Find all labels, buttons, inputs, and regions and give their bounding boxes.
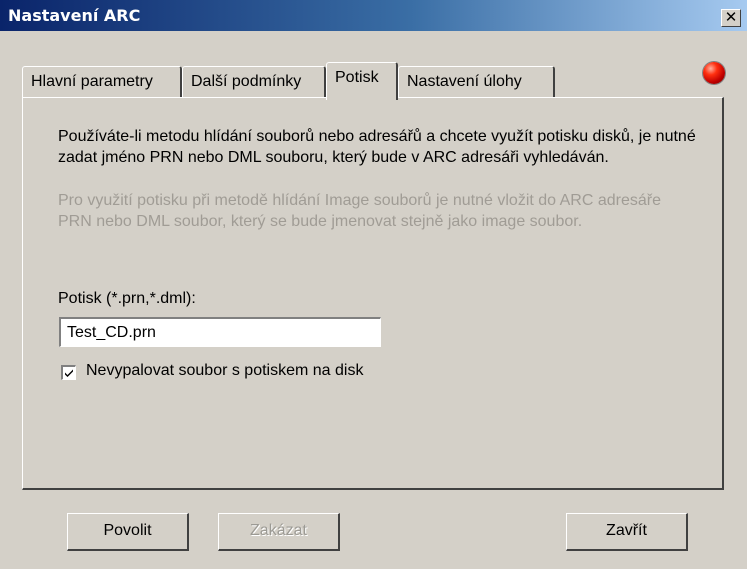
- imprint-file-input[interactable]: [59, 317, 381, 347]
- tab-label: Hlavní parametry: [31, 73, 153, 90]
- tab-main-parameters[interactable]: Hlavní parametry: [22, 66, 182, 98]
- no-burn-imprint-label[interactable]: Nevypalovat soubor s potiskem na disk: [86, 362, 363, 380]
- no-burn-imprint-checkbox[interactable]: [61, 365, 76, 380]
- tab-label: Potisk: [335, 69, 379, 86]
- tab-other-conditions[interactable]: Další podmínky: [182, 66, 326, 98]
- disable-button[interactable]: Zakázat: [218, 513, 340, 551]
- close-window-button[interactable]: ✕: [721, 9, 741, 27]
- title-bar[interactable]: Nastavení ARC ✕: [0, 0, 747, 31]
- tab-label: Nastavení úlohy: [407, 73, 522, 90]
- tab-label: Další podmínky: [191, 73, 302, 90]
- enable-button[interactable]: Povolit: [67, 513, 189, 551]
- red-status-led-icon: [703, 62, 725, 84]
- tab-panel-imprint: Používáte-li metodu hlídání souborů nebo…: [22, 97, 724, 490]
- tab-task-settings[interactable]: Nastavení úlohy: [398, 66, 555, 98]
- imprint-description: Používáte-li metodu hlídání souborů nebo…: [58, 128, 696, 166]
- window-title: Nastavení ARC: [8, 6, 141, 25]
- imprint-description-disabled: Pro využití potisku při metodě hlídání I…: [58, 192, 661, 230]
- imprint-field-label: Potisk (*.prn,*.dml):: [58, 290, 196, 307]
- close-icon: ✕: [724, 9, 738, 26]
- close-button[interactable]: Zavřít: [566, 513, 688, 551]
- checkmark-icon: [65, 369, 73, 377]
- settings-dialog: Nastavení ARC ✕ Hlavní parametry Další p…: [0, 0, 747, 569]
- tab-imprint[interactable]: Potisk: [326, 62, 398, 100]
